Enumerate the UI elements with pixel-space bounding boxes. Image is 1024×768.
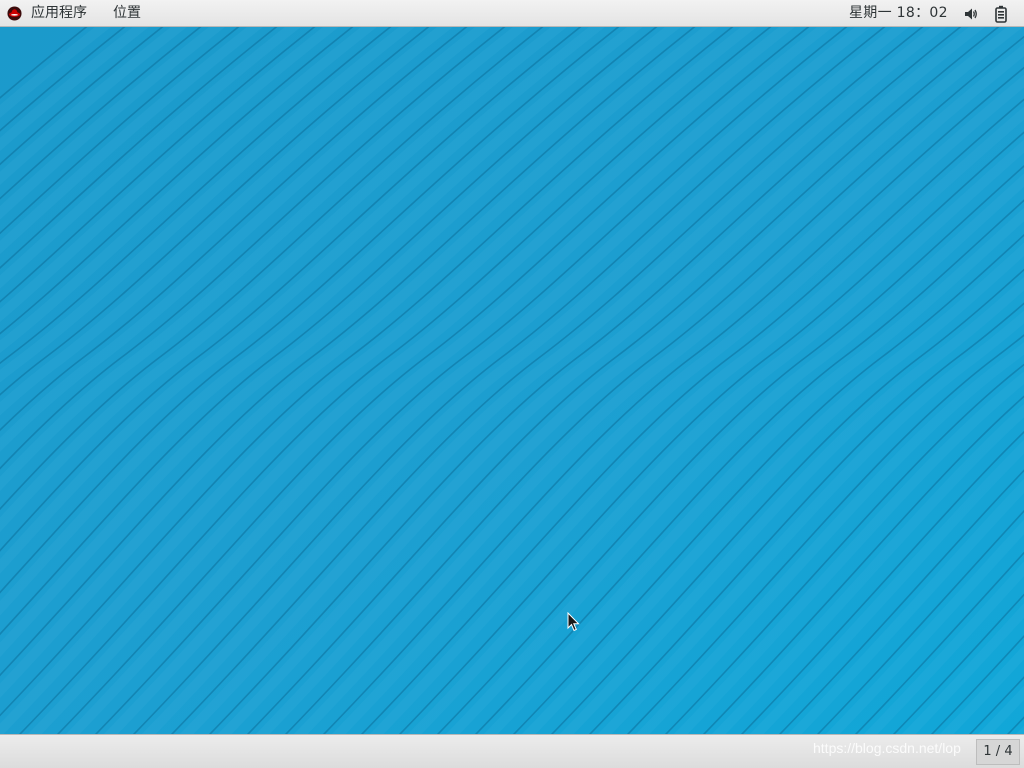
top-panel: 应用程序 位置 星期一 18：02 bbox=[0, 0, 1024, 27]
workspace-switcher[interactable]: 1 / 4 bbox=[976, 739, 1020, 765]
bottom-panel: https://blog.csdn.net/lop 1 / 4 bbox=[0, 734, 1024, 768]
screen: 应用程序 位置 星期一 18：02 https://blog.csdn.net/… bbox=[0, 0, 1024, 768]
desktop-wallpaper[interactable] bbox=[0, 27, 1024, 734]
watermark: https://blog.csdn.net/lop bbox=[813, 740, 961, 756]
applications-menu[interactable]: 应用程序 bbox=[31, 0, 87, 27]
wallpaper-waves bbox=[0, 27, 1024, 734]
redhat-logo-icon[interactable] bbox=[7, 6, 22, 21]
places-menu[interactable]: 位置 bbox=[113, 0, 141, 27]
volume-icon[interactable] bbox=[963, 6, 979, 22]
mouse-pointer-icon bbox=[567, 612, 580, 632]
clock[interactable]: 星期一 18：02 bbox=[849, 0, 948, 27]
power-icon[interactable] bbox=[993, 5, 1009, 23]
